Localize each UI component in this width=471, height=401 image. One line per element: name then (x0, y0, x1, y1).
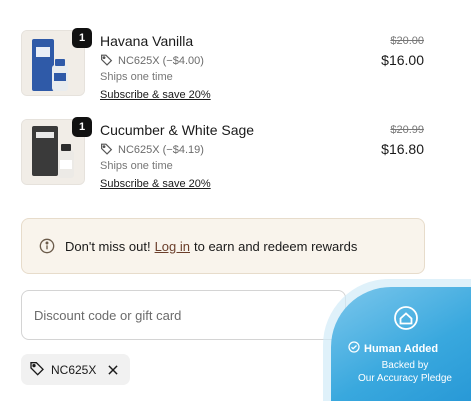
item-discount-text: NC625X (−$4.00) (118, 55, 204, 67)
applied-discount-chip: NC625X (21, 354, 131, 385)
badge-title-row: Human Added (348, 341, 438, 356)
item-price: $16.00 (381, 52, 424, 68)
item-price: $16.80 (381, 141, 424, 157)
line-item: 1 Havana Vanilla NC625X (−$4.00) Ships o… (21, 28, 426, 110)
quantity-badge: 1 (72, 117, 92, 137)
rewards-banner: Don't miss out! Log in to earn and redee… (21, 218, 425, 274)
applied-code: NC625X (51, 362, 97, 377)
product-name: Havana Vanilla (100, 33, 194, 49)
tag-icon (100, 53, 113, 69)
item-discount: NC625X (−$4.00) (100, 53, 204, 69)
info-icon (39, 238, 55, 254)
quantity-badge: 1 (72, 28, 92, 48)
item-discount: NC625X (−$4.19) (100, 142, 204, 158)
badge-subtitle-line1: Backed by (381, 360, 429, 371)
subscribe-link[interactable]: Subscribe & save 20% (100, 178, 211, 190)
product-name: Cucumber & White Sage (100, 122, 255, 138)
remove-discount-icon[interactable] (106, 363, 120, 377)
shipping-note: Ships one time (100, 160, 173, 172)
check-circle-icon (348, 341, 360, 356)
badge-subtitle-line2: Our Accuracy Pledge (358, 373, 452, 384)
tag-icon (29, 360, 45, 379)
line-item: 1 Cucumber & White Sage NC625X (−$4.19) … (21, 117, 426, 199)
home-shield-icon (394, 306, 418, 335)
login-link[interactable]: Log in (155, 239, 190, 254)
rewards-prefix: Don't miss out! (65, 238, 151, 254)
badge-subtitle: Backed by Our Accuracy Pledge (331, 359, 471, 385)
discount-code-input[interactable] (21, 290, 346, 340)
subscribe-link[interactable]: Subscribe & save 20% (100, 89, 211, 101)
compare-price: $20.99 (390, 124, 424, 136)
item-discount-text: NC625X (−$4.19) (118, 144, 204, 156)
human-added-badge[interactable]: Human Added Backed by Our Accuracy Pledg… (331, 287, 471, 401)
rewards-suffix: to earn and redeem rewards (194, 238, 358, 254)
badge-title: Human Added (364, 342, 439, 355)
compare-price: $20.00 (390, 35, 424, 47)
shipping-note: Ships one time (100, 71, 173, 83)
tag-icon (100, 142, 113, 158)
